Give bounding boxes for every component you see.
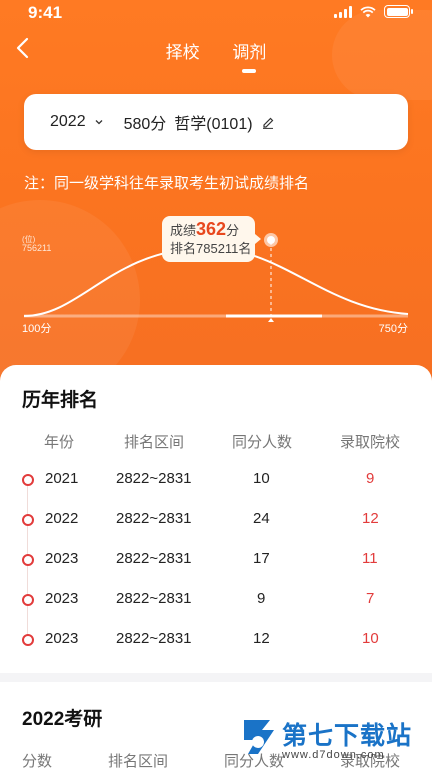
wifi-icon bbox=[360, 5, 376, 17]
row-range: 2822~2831 bbox=[116, 510, 192, 527]
year-value: 2022 bbox=[50, 113, 86, 130]
tooltip-score: 成绩362分 bbox=[170, 220, 247, 240]
table-row[interactable]: 2023 2822~2831 17 11 bbox=[0, 545, 432, 585]
axis-max-score: 750分 bbox=[378, 323, 408, 335]
row-same-count: 17 bbox=[253, 550, 270, 567]
row-year: 2021 bbox=[45, 470, 79, 487]
row-same-count: 10 bbox=[253, 470, 270, 487]
row-year: 2023 bbox=[45, 630, 79, 647]
row-year: 2023 bbox=[45, 550, 79, 567]
tooltip-rank: 排名785211名 bbox=[170, 241, 252, 256]
row-schools[interactable]: 12 bbox=[362, 510, 379, 527]
column-header: 同分人数 bbox=[232, 434, 293, 451]
row-same-count: 12 bbox=[253, 630, 270, 647]
status-time: 9:41 bbox=[28, 3, 63, 22]
subject-value: 哲学(0101) bbox=[174, 116, 253, 133]
row-schools[interactable]: 11 bbox=[362, 550, 378, 567]
tab-school-select[interactable]: 择校 bbox=[166, 38, 200, 63]
axis-min-score: 100分 bbox=[22, 323, 52, 335]
row-range: 2822~2831 bbox=[116, 590, 192, 607]
table-row[interactable]: 2023 2822~2831 12 10 bbox=[0, 625, 432, 665]
row-range: 2822~2831 bbox=[116, 470, 192, 487]
row-schools[interactable]: 9 bbox=[366, 470, 374, 487]
column-header: 年份 bbox=[44, 434, 75, 451]
status-bar: 9:41 bbox=[0, 0, 432, 28]
row-year: 2023 bbox=[45, 590, 79, 607]
section-title: 历年排名 bbox=[22, 390, 99, 411]
edit-icon[interactable] bbox=[261, 115, 275, 129]
signal-icon bbox=[334, 5, 352, 18]
note-text: 注：同一级学科往年录取考生初试成绩排名 bbox=[24, 175, 310, 192]
tooltip-score-prefix: 成绩 bbox=[170, 223, 197, 238]
row-same-count: 24 bbox=[253, 510, 270, 527]
timeline-dot bbox=[22, 554, 34, 566]
watermark-logo-icon bbox=[244, 720, 274, 754]
score-value: 580分 bbox=[123, 116, 167, 133]
chevron-down-icon bbox=[95, 120, 103, 125]
battery-icon bbox=[384, 5, 413, 18]
watermark-url: www.d7down.com bbox=[282, 749, 385, 761]
nav-tabs: 择校 调剂 bbox=[0, 38, 432, 73]
row-schools[interactable]: 10 bbox=[362, 630, 379, 647]
history-rank-card: 历年排名 年份 排名区间 同分人数 录取院校 2021 2822~2831 10… bbox=[0, 365, 432, 673]
tab-adjustment[interactable]: 调剂 bbox=[232, 38, 266, 73]
column-header: 分数 bbox=[22, 753, 53, 768]
status-icons bbox=[334, 5, 413, 18]
row-same-count: 9 bbox=[257, 590, 266, 607]
table-row[interactable]: 2021 2822~2831 10 9 bbox=[0, 465, 432, 505]
header-banner: 9:41 择校 调剂 注：同一级学科往年录取考生初试成绩排名 (位) 75621… bbox=[0, 0, 432, 392]
timeline-dot bbox=[22, 594, 34, 606]
timeline-dot bbox=[22, 634, 34, 646]
column-header: 排名区间 bbox=[124, 434, 185, 451]
row-year: 2022 bbox=[45, 510, 79, 527]
column-header: 排名区间 bbox=[108, 753, 169, 768]
year-select[interactable]: 2022 bbox=[50, 113, 104, 131]
table-row[interactable]: 2023 2822~2831 9 7 bbox=[0, 585, 432, 625]
table-row[interactable]: 2022 2822~2831 24 12 bbox=[0, 505, 432, 545]
timeline-dot bbox=[22, 474, 34, 486]
tooltip-score-value: 362 bbox=[196, 219, 227, 239]
row-range: 2822~2831 bbox=[116, 550, 192, 567]
score-tooltip: 成绩362分 排名785211名 bbox=[162, 216, 261, 262]
score-selector-card[interactable]: 2022 580分 哲学(0101) bbox=[24, 94, 408, 150]
tooltip-score-suffix: 分 bbox=[226, 223, 240, 238]
row-range: 2822~2831 bbox=[116, 630, 192, 647]
column-header: 录取院校 bbox=[340, 434, 401, 451]
axis-max-label: 756211 bbox=[22, 243, 52, 253]
timeline-dot bbox=[22, 514, 34, 526]
row-schools[interactable]: 7 bbox=[366, 590, 374, 607]
watermark-name: 第七下载站 bbox=[282, 722, 413, 750]
section-title: 2022考研 bbox=[22, 709, 103, 730]
